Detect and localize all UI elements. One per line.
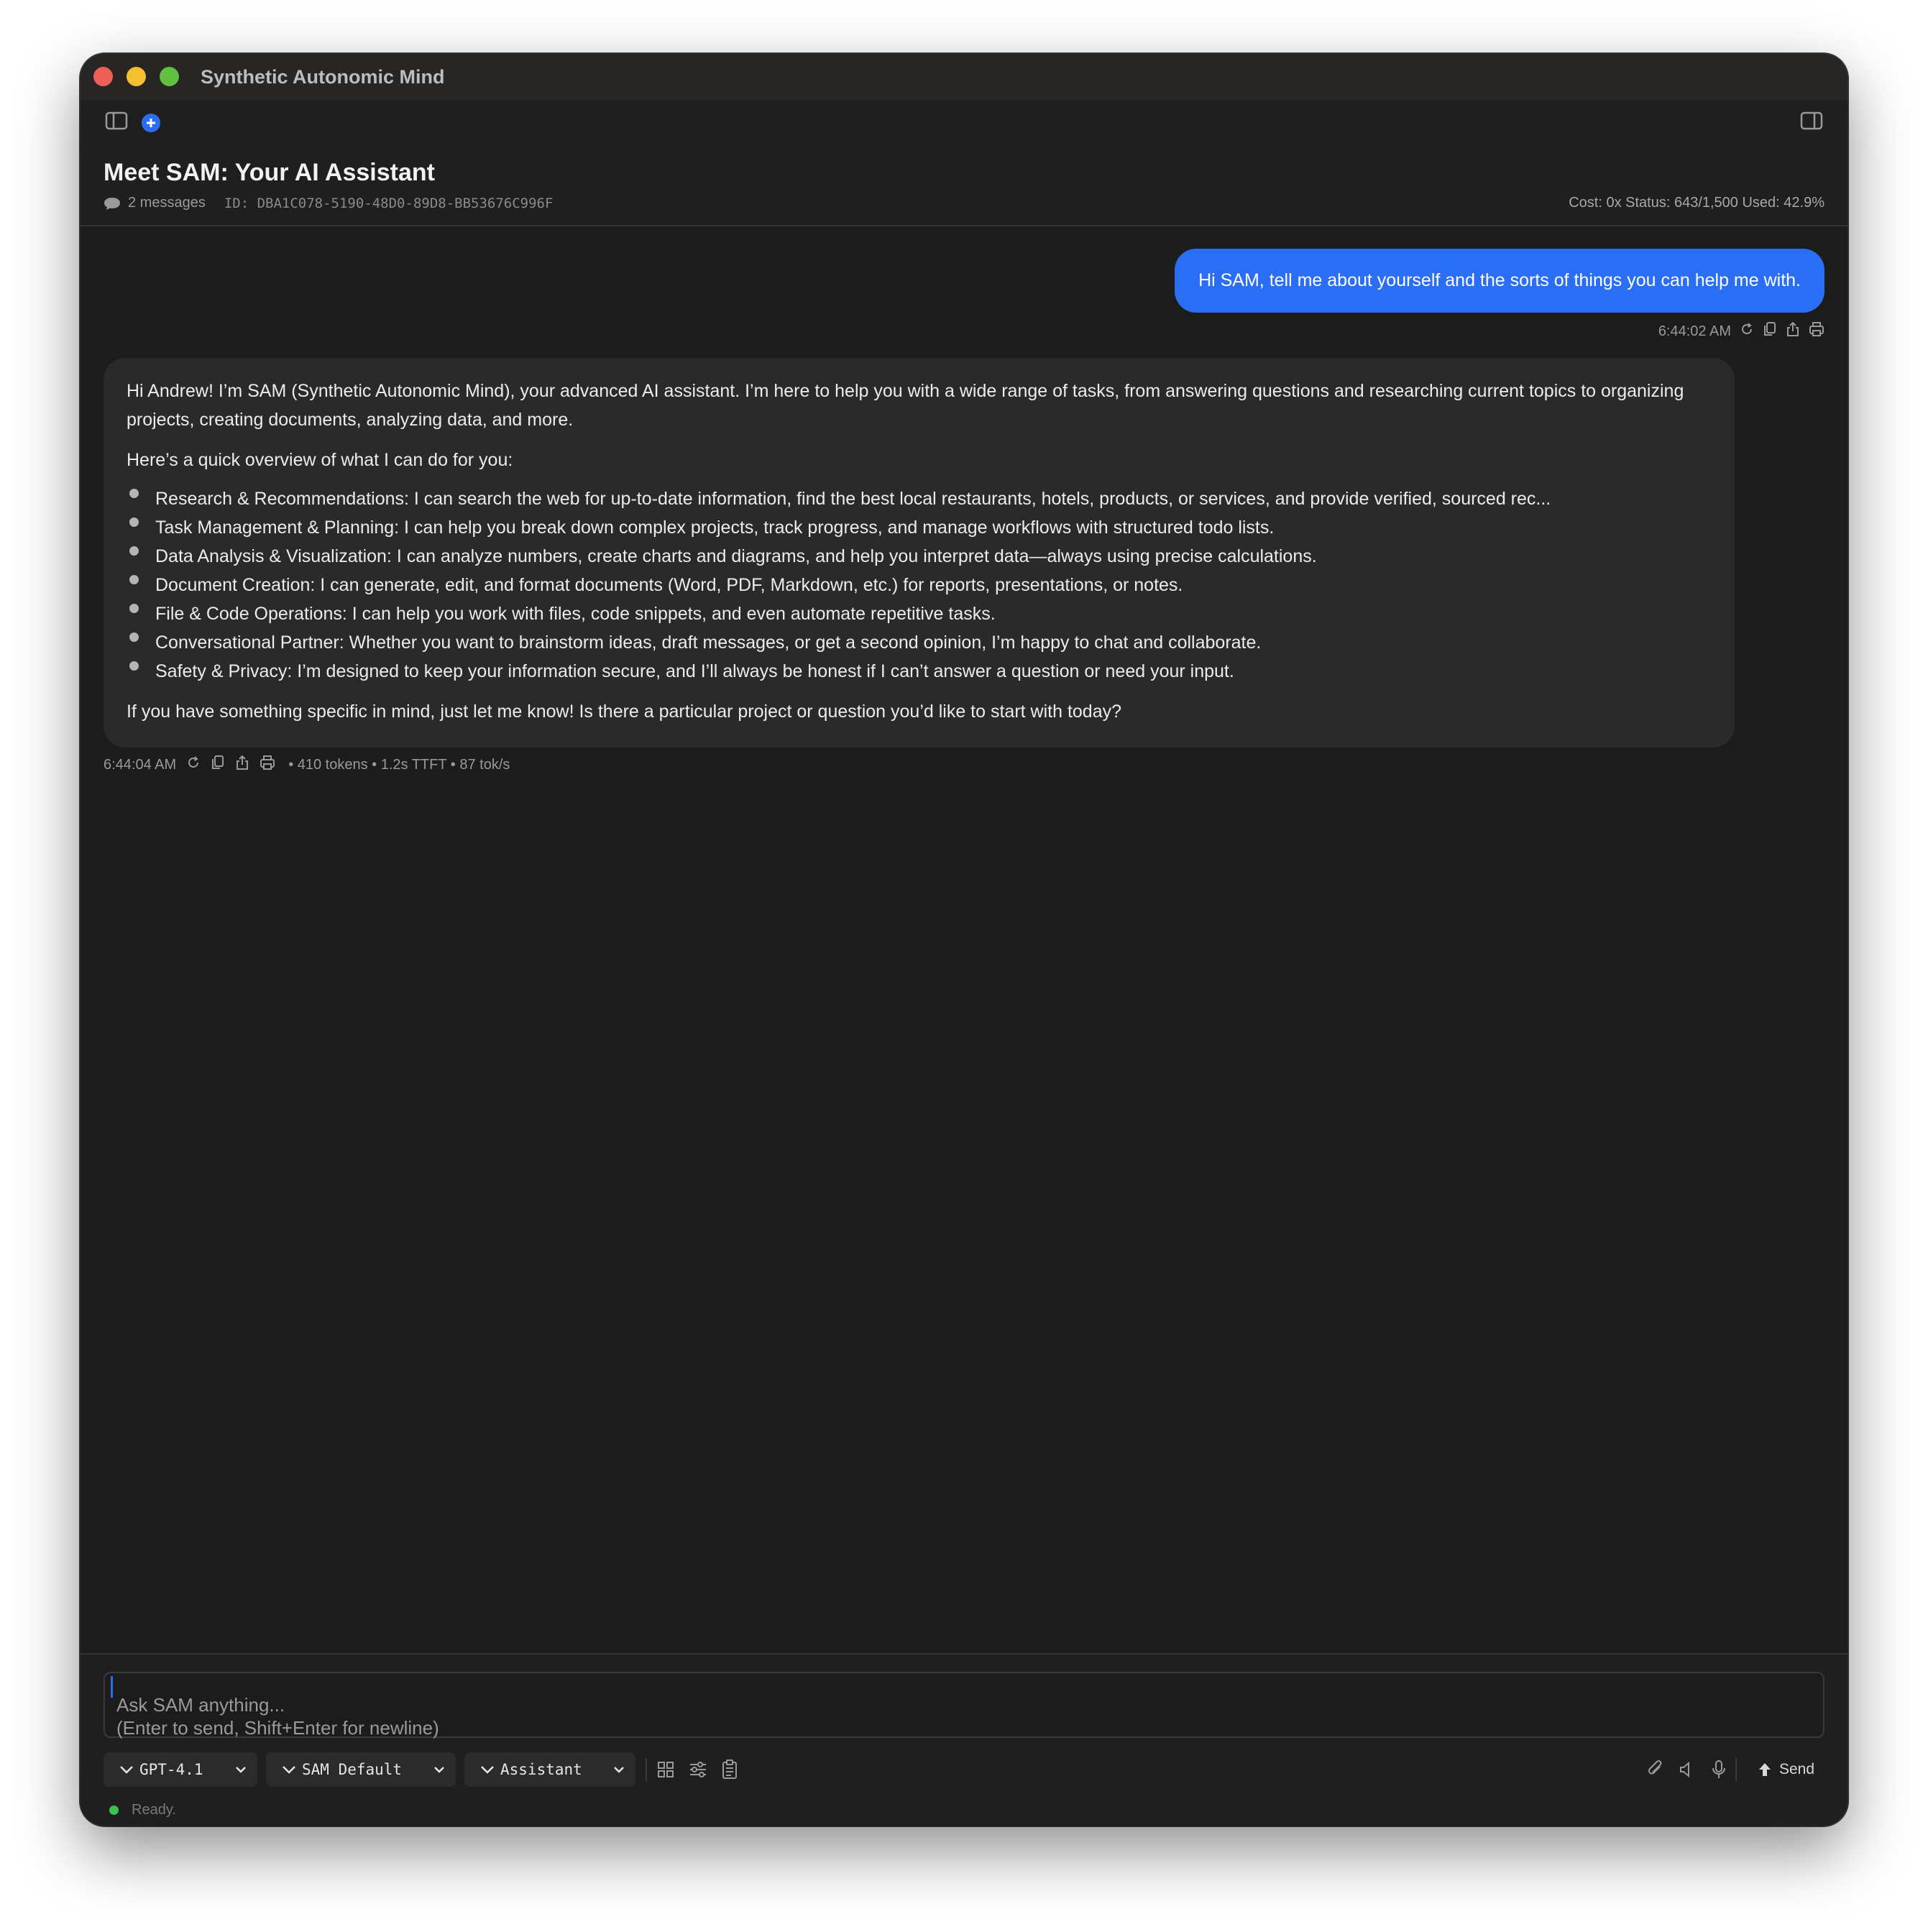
print-icon[interactable] xyxy=(1809,321,1824,341)
maximize-window-button[interactable] xyxy=(160,67,179,86)
list-item: Data Analysis & Visualization: I can ana… xyxy=(127,542,1712,571)
conversation-meta: 2 messages ID: DBA1C078-5190-48D0-89D8-B… xyxy=(104,195,553,211)
send-button-label: Send xyxy=(1778,1761,1814,1777)
chevron-down-icon xyxy=(119,1761,134,1778)
assistant-message-stats: • 410 tokens • 1.2s TTFT • 87 tok/s xyxy=(288,756,510,773)
window-title: Synthetic Autonomic Mind xyxy=(201,66,445,88)
status-indicator xyxy=(109,1805,119,1815)
title-bar: Synthetic Autonomic Mind xyxy=(81,54,1847,101)
capability-list: Research & Recommendations: I can search… xyxy=(127,484,1712,686)
toggle-inspector-icon[interactable] xyxy=(1800,111,1823,134)
chevron-down-icon xyxy=(480,1761,495,1778)
print-icon[interactable] xyxy=(260,755,275,775)
system-prompt-selector[interactable]: SAM Default xyxy=(266,1752,456,1787)
chevron-down-icon xyxy=(433,1762,446,1780)
model-selector[interactable]: GPT-4.1 xyxy=(104,1752,257,1787)
divider xyxy=(646,1758,647,1781)
message-input[interactable]: Ask SAM anything... (Enter to send, Shif… xyxy=(104,1672,1824,1739)
persona-label: Assistant xyxy=(500,1761,582,1778)
assistant-overview: Here’s a quick overview of what I can do… xyxy=(127,450,513,470)
speaker-icon[interactable] xyxy=(1678,1761,1695,1782)
attach-icon[interactable] xyxy=(1646,1760,1665,1783)
microphone-icon[interactable] xyxy=(1711,1760,1727,1783)
share-icon[interactable] xyxy=(235,755,249,775)
assistant-message-bubble: Hi Andrew! I’m SAM (Synthetic Autonomic … xyxy=(104,358,1735,748)
assistant-message-time: 6:44:04 AM xyxy=(104,756,177,773)
conversation-stats: Cost: 0x Status: 643/1,500 Used: 42.9% xyxy=(1569,195,1824,211)
assistant-closing: If you have something specific in mind, … xyxy=(127,702,1122,722)
list-item: File & Code Operations: I can help you w… xyxy=(127,599,1712,628)
new-chat-icon[interactable] xyxy=(141,113,161,137)
chevron-down-icon xyxy=(282,1761,296,1778)
message-bubble-icon xyxy=(104,196,121,211)
copy-icon[interactable] xyxy=(211,755,225,775)
regenerate-icon[interactable] xyxy=(1740,322,1754,341)
message-input-placeholder: Ask SAM anything... (Enter to send, Shif… xyxy=(116,1694,439,1739)
clipboard-icon[interactable] xyxy=(722,1760,738,1783)
list-item: Research & Recommendations: I can search… xyxy=(127,484,1712,513)
copy-icon[interactable] xyxy=(1763,321,1777,341)
chat-area[interactable]: Hi SAM, tell me about yourself and the s… xyxy=(81,226,1847,1655)
message-count: 2 messages xyxy=(128,195,206,211)
sliders-icon[interactable] xyxy=(689,1761,707,1782)
user-message-time: 6:44:02 AM xyxy=(1658,323,1731,339)
status-bar: Ready. xyxy=(109,1798,176,1821)
assistant-intro: Hi Andrew! I’m SAM (Synthetic Autonomic … xyxy=(127,381,1684,430)
user-message-meta: 6:44:02 AM xyxy=(1658,321,1824,341)
status-text: Ready. xyxy=(132,1801,176,1818)
list-item: Conversational Partner: Whether you want… xyxy=(127,628,1712,657)
close-window-button[interactable] xyxy=(93,67,113,86)
chevron-down-icon xyxy=(612,1762,625,1780)
list-item: Task Management & Planning: I can help y… xyxy=(127,513,1712,542)
conversation-title: Meet SAM: Your AI Assistant xyxy=(104,159,435,186)
list-item: Document Creation: I can generate, edit,… xyxy=(127,571,1712,599)
assistant-message-meta: 6:44:04 AM • 410 tokens • 1.2s TTFT • 87… xyxy=(104,755,510,775)
arrow-up-icon xyxy=(1758,1762,1772,1777)
regenerate-icon[interactable] xyxy=(186,755,201,774)
grid-icon[interactable] xyxy=(657,1761,674,1782)
minimize-window-button[interactable] xyxy=(127,67,146,86)
list-item: Safety & Privacy: I’m designed to keep y… xyxy=(127,657,1712,686)
app-window: Synthetic Autonomic Mind Meet SAM: Your … xyxy=(81,54,1847,1826)
user-message-bubble: Hi SAM, tell me about yourself and the s… xyxy=(1175,249,1824,313)
text-caret xyxy=(111,1676,113,1698)
system-prompt-label: SAM Default xyxy=(302,1761,403,1778)
conversation-id: ID: DBA1C078-5190-48D0-89D8-BB53676C996F xyxy=(224,195,554,211)
conversation-header: Meet SAM: Your AI Assistant 2 messages I… xyxy=(81,146,1847,226)
composer: Ask SAM anything... (Enter to send, Shif… xyxy=(81,1653,1847,1826)
divider xyxy=(1735,1758,1737,1781)
share-icon[interactable] xyxy=(1786,321,1800,341)
chevron-down-icon xyxy=(234,1762,247,1780)
model-selector-label: GPT-4.1 xyxy=(139,1761,203,1778)
toggle-sidebar-icon[interactable] xyxy=(105,111,128,134)
toolbar xyxy=(81,100,1847,146)
persona-selector[interactable]: Assistant xyxy=(464,1752,635,1787)
send-button[interactable]: Send xyxy=(1758,1752,1814,1787)
composer-controls: GPT-4.1 SAM Default Assistant Send xyxy=(104,1752,1824,1788)
